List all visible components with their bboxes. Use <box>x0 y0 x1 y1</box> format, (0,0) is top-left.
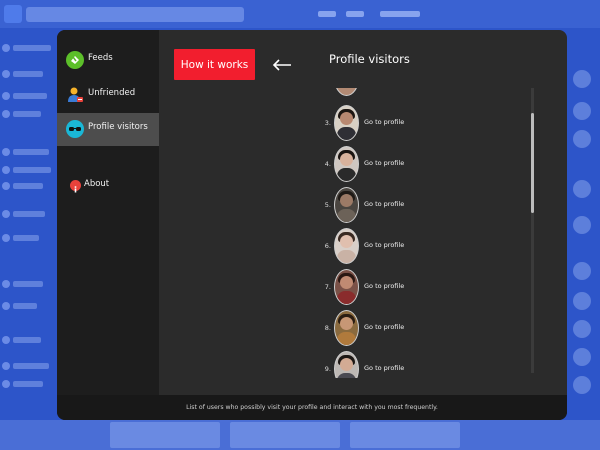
main-panel: How it works Profile visitors 3. Go to p… <box>159 30 567 395</box>
sidebar-item-about[interactable]: About <box>57 170 159 203</box>
list-item: 6. Go to profile <box>314 228 489 264</box>
background-left-column <box>0 30 56 430</box>
page-title: Profile visitors <box>329 52 410 66</box>
list-item: 7. Go to profile <box>314 269 489 305</box>
background-search <box>26 7 244 22</box>
sunglasses-icon <box>66 120 84 138</box>
sidebar-item-label: Feeds <box>88 53 113 63</box>
avatar[interactable] <box>334 105 359 141</box>
visitor-index: 5. <box>324 201 331 209</box>
go-to-profile-link[interactable]: Go to profile <box>364 323 404 331</box>
go-to-profile-link[interactable]: Go to profile <box>364 118 404 126</box>
background-nav-item <box>318 11 336 17</box>
visitor-index: 9. <box>324 365 331 373</box>
sidebar-item-feeds[interactable]: Feeds <box>57 44 159 77</box>
go-to-profile-link[interactable]: Go to profile <box>364 200 404 208</box>
go-to-profile-link[interactable]: Go to profile <box>364 241 404 249</box>
user-remove-icon <box>66 86 84 104</box>
visitor-index: 6. <box>324 242 331 250</box>
list-item: 8. Go to profile <box>314 310 489 346</box>
background-right-column <box>567 30 600 430</box>
list-item: 9. Go to profile <box>314 351 489 378</box>
sidebar-item-profile-visitors[interactable]: Profile visitors <box>57 113 159 146</box>
visitor-index: 4. <box>324 160 331 168</box>
avatar[interactable] <box>334 228 359 264</box>
footer-description: List of users who possibly visit your pr… <box>186 404 438 411</box>
sidebar: Feeds Unfriended Profile visitors About <box>57 30 159 395</box>
scrollbar-thumb[interactable] <box>531 113 534 213</box>
background-nav-item <box>380 11 420 17</box>
visitor-index: 8. <box>324 324 331 332</box>
sidebar-item-unfriended[interactable]: Unfriended <box>57 79 159 112</box>
list-item: 4. Go to profile <box>314 146 489 182</box>
sidebar-item-label: Profile visitors <box>88 122 148 132</box>
avatar[interactable] <box>334 310 359 346</box>
profile-visitors-modal: Feeds Unfriended Profile visitors About … <box>57 30 567 420</box>
arrow-left-icon[interactable] <box>271 55 293 75</box>
info-icon <box>70 180 81 193</box>
avatar[interactable] <box>334 269 359 305</box>
go-to-profile-link[interactable]: Go to profile <box>364 282 404 290</box>
list-item: 5. Go to profile <box>314 187 489 223</box>
visitor-index: 3. <box>324 119 331 127</box>
visitor-list: 3. Go to profile 4. Go to profile 5. Go … <box>314 88 489 378</box>
avatar[interactable] <box>334 146 359 182</box>
footer: List of users who possibly visit your pr… <box>57 395 567 420</box>
feed-icon <box>66 51 84 69</box>
avatar[interactable] <box>334 351 359 378</box>
avatar[interactable] <box>334 187 359 223</box>
go-to-profile-link[interactable]: Go to profile <box>364 364 404 372</box>
background-nav-item <box>346 11 364 17</box>
go-to-profile-link[interactable]: Go to profile <box>364 159 404 167</box>
background-topbar <box>0 0 600 28</box>
background-logo <box>4 5 22 23</box>
visitor-index: 7. <box>324 283 331 291</box>
sidebar-item-label: Unfriended <box>88 88 136 98</box>
background-bottom-strip <box>0 420 600 450</box>
how-it-works-button[interactable]: How it works <box>174 49 255 80</box>
sidebar-item-label: About <box>84 179 110 189</box>
list-item: 3. Go to profile <box>314 105 489 141</box>
